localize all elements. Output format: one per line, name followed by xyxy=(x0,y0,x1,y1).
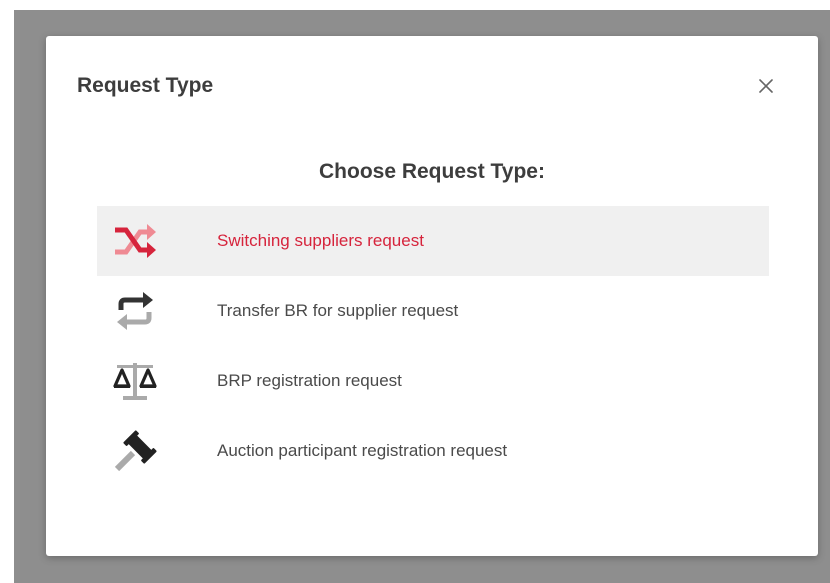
option-label: Auction participant registration request xyxy=(217,441,508,460)
close-icon xyxy=(759,79,773,93)
option-label: Transfer BR for supplier request xyxy=(217,301,459,320)
option-label: BRP registration request xyxy=(217,371,402,390)
shuffle-icon xyxy=(115,224,156,258)
dialog-title: Request Type xyxy=(77,74,214,97)
scale-icon xyxy=(113,363,157,400)
request-type-dialog: Request Type Choose Request Type: Switch… xyxy=(46,36,818,556)
close-button[interactable] xyxy=(754,74,778,98)
option-label: Switching suppliers request xyxy=(217,231,424,250)
gavel-icon xyxy=(114,430,157,472)
option-transfer-br[interactable]: Transfer BR for supplier request xyxy=(97,276,769,346)
request-type-list: Switching suppliers request Transfer BR … xyxy=(97,206,769,486)
transfer-icon xyxy=(117,292,153,330)
option-brp-registration[interactable]: BRP registration request xyxy=(97,346,769,416)
option-switching-suppliers[interactable]: Switching suppliers request xyxy=(97,206,769,276)
option-auction-participant[interactable]: Auction participant registration request xyxy=(97,416,769,486)
dialog-subtitle: Choose Request Type: xyxy=(319,160,545,183)
